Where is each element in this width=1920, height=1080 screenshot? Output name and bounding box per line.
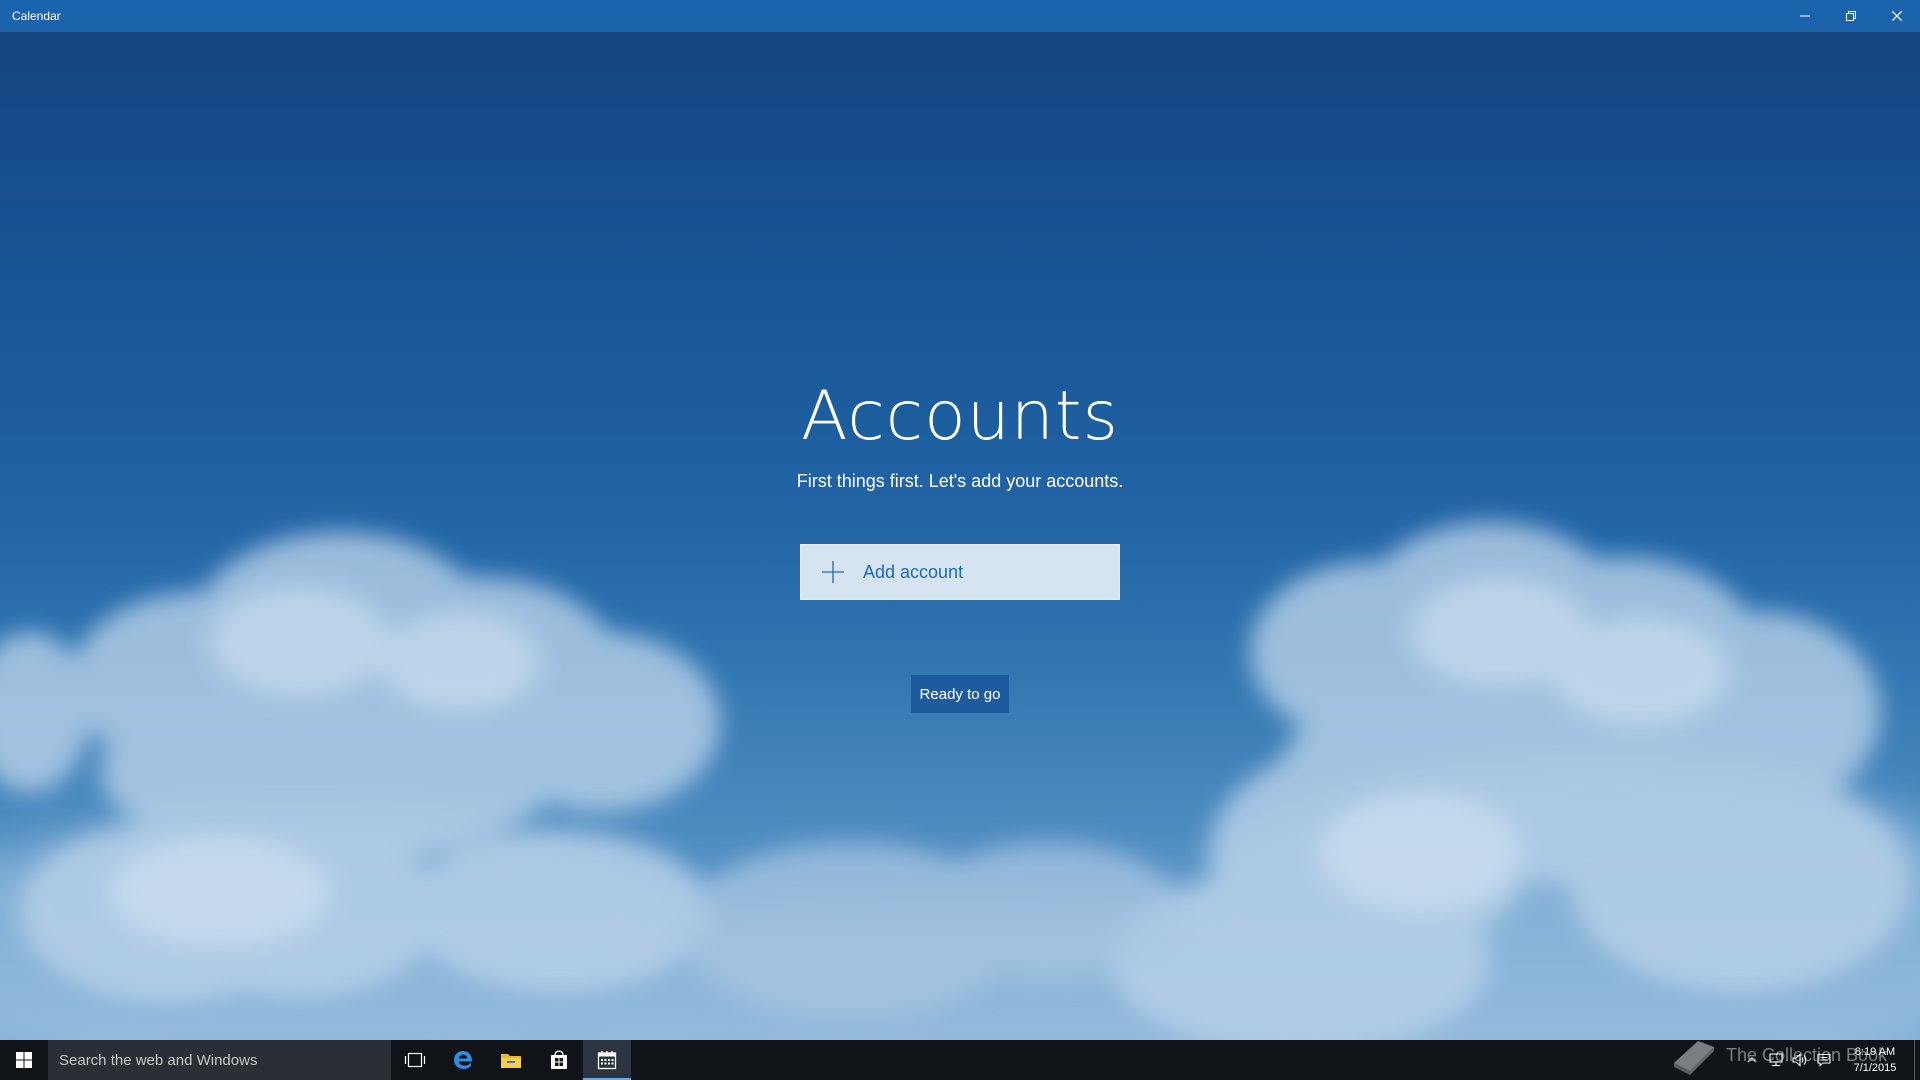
store-icon	[551, 1050, 567, 1069]
edge-icon	[454, 1051, 473, 1069]
page-subtitle: First things first. Let's add your accou…	[796, 471, 1124, 491]
watermark: The Collection Book	[1668, 1032, 1887, 1078]
restore-icon	[1846, 11, 1856, 21]
restore-button[interactable]	[1828, 0, 1874, 32]
taskbar: 8:19 AM 7/1/2015	[0, 1040, 1920, 1080]
taskbar-search[interactable]	[48, 1040, 391, 1080]
add-account-label: Add account	[863, 561, 964, 582]
calendar-app-button[interactable]	[583, 1040, 631, 1080]
app-background: Accounts First things first. Let's add y…	[0, 32, 1920, 1040]
task-view-icon	[404, 1052, 426, 1068]
accounts-panel: Accounts First things first. Let's add y…	[0, 32, 1920, 1040]
ready-to-go-button[interactable]: Ready to go	[911, 675, 1009, 713]
plus-icon	[822, 561, 844, 583]
window-title: Calendar	[12, 9, 61, 23]
store-button[interactable]	[535, 1040, 583, 1080]
page-title: Accounts	[801, 377, 1119, 456]
close-icon	[1892, 11, 1902, 21]
window-controls	[1782, 0, 1920, 32]
file-explorer-icon	[501, 1054, 521, 1068]
edge-button[interactable]	[439, 1040, 487, 1080]
file-explorer-button[interactable]	[487, 1040, 535, 1080]
title-bar: Calendar	[0, 0, 1920, 32]
minimize-icon	[1800, 15, 1810, 17]
book-icon	[1674, 1041, 1714, 1075]
show-desktop-button[interactable]	[1914, 1040, 1920, 1080]
windows-logo-icon	[16, 1052, 32, 1068]
minimize-button[interactable]	[1782, 0, 1828, 32]
close-button[interactable]	[1874, 0, 1920, 32]
task-view-button[interactable]	[391, 1040, 439, 1080]
start-button[interactable]	[0, 1040, 48, 1080]
calendar-icon	[597, 1051, 617, 1070]
watermark-text: The Collection Book	[1726, 1044, 1888, 1065]
add-account-button[interactable]: Add account	[800, 544, 1120, 600]
search-input[interactable]	[59, 1051, 379, 1069]
